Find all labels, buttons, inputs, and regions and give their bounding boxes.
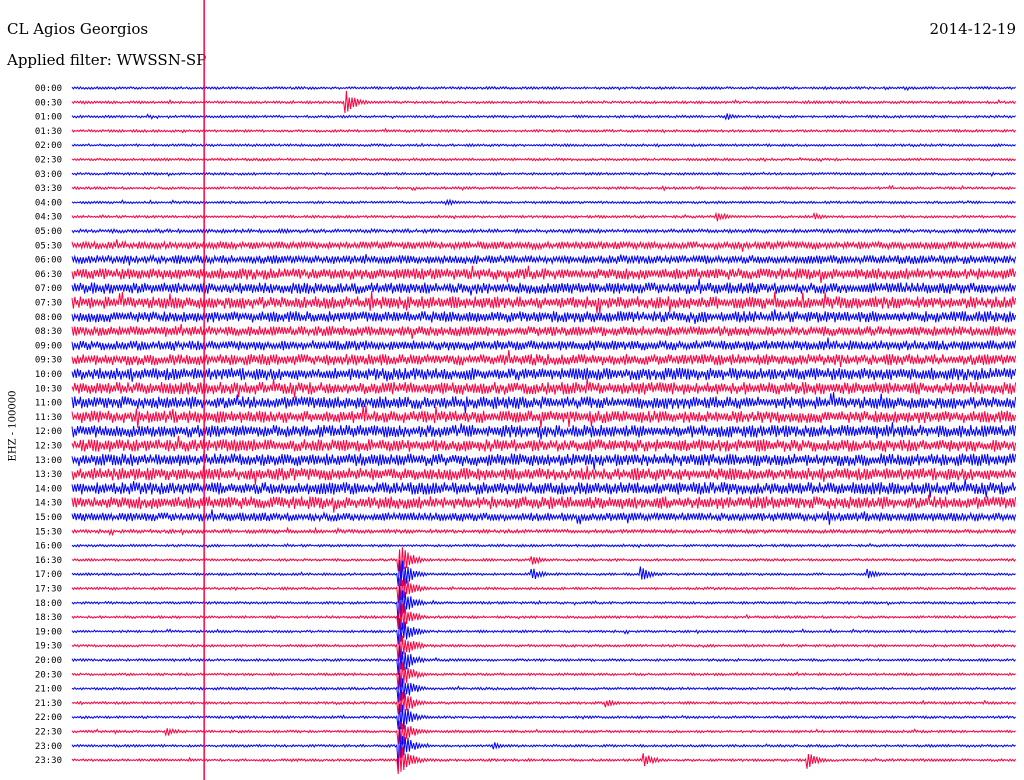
row-label: 00:30 (35, 98, 62, 108)
trace-row-1430 (71, 494, 1017, 513)
trace-row-1030 (71, 378, 1017, 398)
trace-row-2230 (71, 720, 1016, 745)
row-label: 08:00 (35, 313, 62, 323)
trace-row-1330 (71, 465, 1017, 485)
helicorder-plot: 00:00 00:30 01:00 01:30 02:00 02:30 03:00 03:30… (35, 0, 1017, 780)
row-label: 17:30 (35, 585, 62, 595)
trace-row-1130 (71, 405, 1017, 429)
row-label: 03:00 (35, 170, 62, 180)
row-label: 23:00 (35, 742, 62, 752)
row-label: 21:30 (35, 699, 62, 709)
row-label: 02:30 (35, 156, 62, 166)
row-label: 18:30 (35, 613, 62, 623)
row-label: 10:30 (35, 384, 62, 394)
row-label: 22:30 (35, 728, 62, 738)
trace-row-2330 (71, 745, 1017, 774)
row-label: 07:30 (35, 299, 62, 309)
trace-row-0800 (71, 309, 1017, 324)
trace-row-0200 (71, 142, 1016, 148)
row-label: 09:00 (35, 341, 62, 351)
trace-row-0530 (71, 239, 1017, 252)
row-label: 14:00 (35, 484, 62, 494)
row-label: 05:00 (35, 227, 62, 237)
row-label: 12:00 (35, 427, 62, 437)
row-label: 09:30 (35, 356, 62, 366)
trace-row-2030 (71, 662, 1016, 689)
row-label: 00:00 (35, 84, 62, 94)
row-label: 13:30 (35, 470, 62, 480)
row-label: 15:30 (35, 527, 62, 537)
trace-row-0830 (71, 323, 1017, 339)
trace-row-1000 (71, 367, 1017, 382)
trace-row-1730 (71, 577, 1016, 604)
trace-row-0700 (71, 278, 1017, 296)
trace-row-0930 (71, 350, 1017, 368)
trace-row-1100 (71, 392, 1017, 414)
trace-row-1600 (71, 542, 1016, 549)
trace-row-0330 (71, 184, 1016, 192)
trace-row-0030 (71, 90, 1017, 114)
trace-row-0900 (71, 337, 1017, 352)
row-label: 20:30 (35, 670, 62, 680)
trace-row-0300 (71, 171, 1016, 178)
row-label: 04:30 (35, 213, 62, 223)
row-label: 02:00 (35, 141, 62, 151)
row-time-labels: 00:00 00:30 01:00 01:30 02:00 02:30 03:00 03:30… (35, 84, 62, 766)
trace-row-1500 (71, 509, 1017, 525)
row-label: 21:00 (35, 685, 62, 695)
trace-row-2130 (71, 691, 1017, 715)
row-label: 18:00 (35, 599, 62, 609)
trace-row-0400 (71, 198, 1016, 207)
row-label: 11:00 (35, 399, 62, 409)
trace-row-0000 (71, 85, 1016, 92)
row-label: 15:00 (35, 513, 62, 523)
row-label: 12:30 (35, 442, 62, 452)
row-label: 05:30 (35, 241, 62, 251)
row-label: 13:00 (35, 456, 62, 466)
trace-row-0100 (71, 113, 1016, 121)
row-label: 01:00 (35, 113, 62, 123)
trace-row-0230 (71, 156, 1016, 163)
trace-row-0500 (71, 227, 1017, 235)
row-label: 04:00 (35, 198, 62, 208)
trace-row-1230 (71, 435, 1017, 453)
row-label: 08:30 (35, 327, 62, 337)
row-label: 14:30 (35, 499, 62, 509)
row-label: 19:00 (35, 627, 62, 637)
row-label: 16:00 (35, 542, 62, 552)
trace-row-2100 (71, 672, 1016, 703)
seismic-traces (71, 85, 1017, 774)
trace-row-0600 (71, 253, 1017, 266)
trace-row-2200 (71, 703, 1016, 730)
trace-row-2000 (71, 645, 1016, 675)
trace-row-1630 (71, 547, 1016, 577)
trace-row-1400 (71, 479, 1017, 498)
trace-row-1200 (71, 422, 1017, 440)
row-label: 01:30 (35, 127, 62, 137)
row-label: 23:30 (35, 756, 62, 766)
trace-row-0430 (71, 211, 1016, 222)
trace-row-1900 (71, 618, 1016, 645)
trace-row-1930 (71, 634, 1016, 662)
trace-row-0630 (71, 265, 1017, 283)
row-label: 03:30 (35, 184, 62, 194)
trace-row-1300 (71, 453, 1017, 470)
row-label: 07:00 (35, 284, 62, 294)
row-label: 11:30 (35, 413, 62, 423)
row-label: 16:30 (35, 556, 62, 566)
row-label: 17:00 (35, 570, 62, 580)
row-label: 06:00 (35, 256, 62, 266)
trace-row-1830 (71, 600, 1016, 631)
row-label: 22:00 (35, 713, 62, 723)
row-label: 20:00 (35, 656, 62, 666)
trace-row-0730 (71, 291, 1017, 314)
row-label: 10:00 (35, 370, 62, 380)
trace-row-1700 (71, 560, 1016, 587)
trace-row-1530 (71, 526, 1017, 537)
trace-row-0130 (71, 127, 1017, 134)
row-label: 19:30 (35, 642, 62, 652)
row-label: 06:30 (35, 270, 62, 280)
